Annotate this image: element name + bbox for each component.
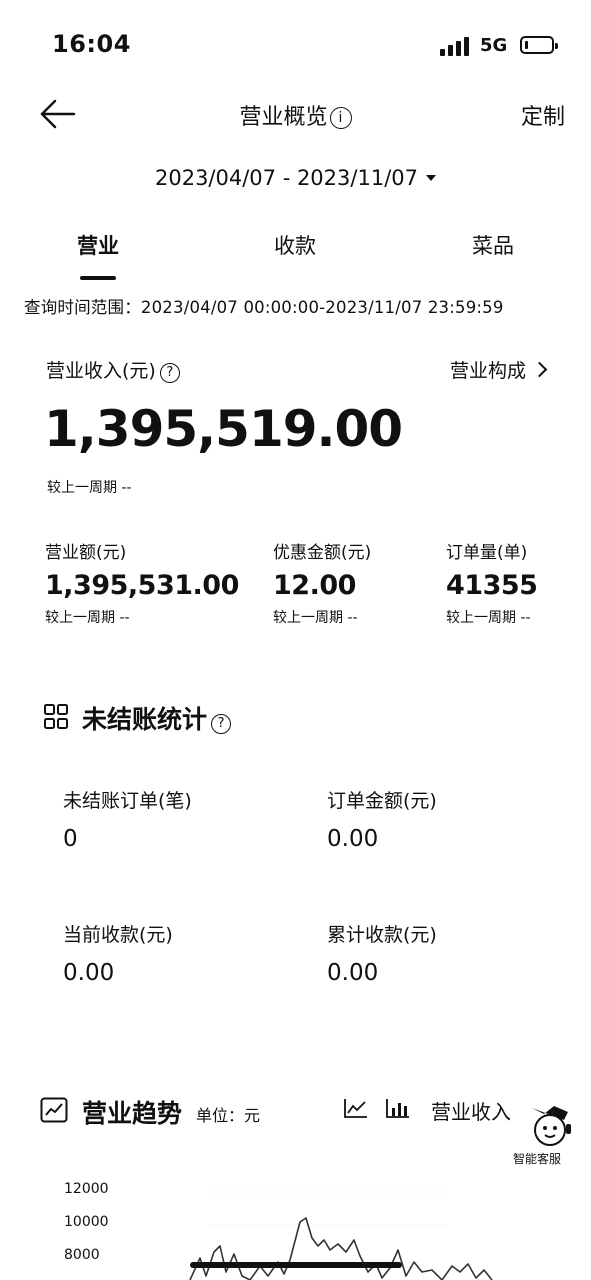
composition-link[interactable]: 营业构成 [449, 356, 548, 383]
order-count-label: 订单量(单) [446, 543, 528, 563]
customize-button[interactable]: 定制 [521, 99, 565, 131]
revenue-value: 1,395,519.00 [44, 400, 403, 458]
discount-compare: 较上一周期 -- [273, 610, 358, 626]
trend-title: 营业趋势 [82, 1099, 183, 1128]
active-tab-indicator [80, 276, 116, 280]
date-range-selector[interactable]: 2023/04/07 - 2023/11/07 [0, 166, 591, 190]
line-chart-icon[interactable] [344, 1098, 368, 1118]
discount-label: 优惠金额(元) [273, 543, 372, 563]
signal-icon [440, 37, 469, 56]
receipt-grid-icon [44, 704, 68, 729]
help-icon[interactable]: ? [211, 714, 232, 734]
battery-icon [520, 36, 558, 54]
cumulative-collection-label: 累计收款(元) [327, 924, 437, 946]
network-type: 5G [480, 35, 508, 56]
current-collection-label: 当前收款(元) [63, 924, 173, 946]
revenue-label-text: 营业收入(元) [46, 360, 156, 382]
current-collection-value: 0.00 [63, 960, 115, 986]
assistant-label[interactable]: 智能客服 [513, 1150, 561, 1167]
y-tick-label: 10000 [64, 1214, 109, 1230]
help-icon[interactable]: ? [159, 363, 180, 383]
unsettled-orders-label: 未结账订单(笔) [63, 790, 192, 812]
revenue-label: 营业收入(元)? [46, 356, 180, 383]
revenue-compare: 较上一周期 -- [47, 480, 132, 496]
trend-chart-icon [40, 1097, 68, 1123]
date-range-text: 2023/04/07 - 2023/11/07 [154, 166, 418, 190]
y-tick-label: 12000 [64, 1181, 109, 1197]
query-time-range: 查询时间范围：2023/04/07 00:00:00-2023/11/07 23… [24, 298, 504, 317]
turnover-value: 1,395,531.00 [45, 570, 239, 601]
home-indicator[interactable] [190, 1262, 402, 1268]
trend-unit: 单位：元 [196, 1106, 261, 1125]
trend-line-series [189, 1217, 493, 1280]
caret-down-icon [426, 175, 436, 181]
discount-value: 12.00 [273, 570, 356, 601]
unsettled-title: 未结账统计? [82, 700, 232, 736]
order-count-value: 41355 [446, 570, 538, 601]
order-count-compare: 较上一周期 -- [446, 610, 531, 626]
unsettled-title-text: 未结账统计 [82, 705, 208, 734]
tab-dishes[interactable]: 菜品 [433, 230, 553, 260]
unsettled-orders-value: 0 [63, 826, 78, 852]
chevron-right-icon [531, 361, 548, 378]
turnover-compare: 较上一周期 -- [45, 610, 130, 626]
turnover-label: 营业额(元) [45, 543, 127, 563]
info-icon[interactable]: i [329, 107, 352, 129]
bar-chart-icon[interactable] [386, 1098, 410, 1118]
y-tick-label: 8000 [64, 1247, 100, 1263]
tab-collection[interactable]: 收款 [235, 230, 355, 260]
order-amount-value: 0.00 [327, 826, 379, 852]
page-title: 营业概览 i [0, 99, 591, 131]
assistant-icon[interactable] [524, 1100, 576, 1150]
status-time: 16:04 [52, 30, 131, 58]
order-amount-label: 订单金额(元) [327, 790, 437, 812]
trend-metric-select[interactable]: 营业收入 [431, 1096, 511, 1125]
page-title-text: 营业概览 [239, 105, 328, 130]
tab-business[interactable]: 营业 [38, 230, 158, 260]
cumulative-collection-value: 0.00 [327, 960, 379, 986]
composition-link-text: 营业构成 [449, 360, 526, 382]
